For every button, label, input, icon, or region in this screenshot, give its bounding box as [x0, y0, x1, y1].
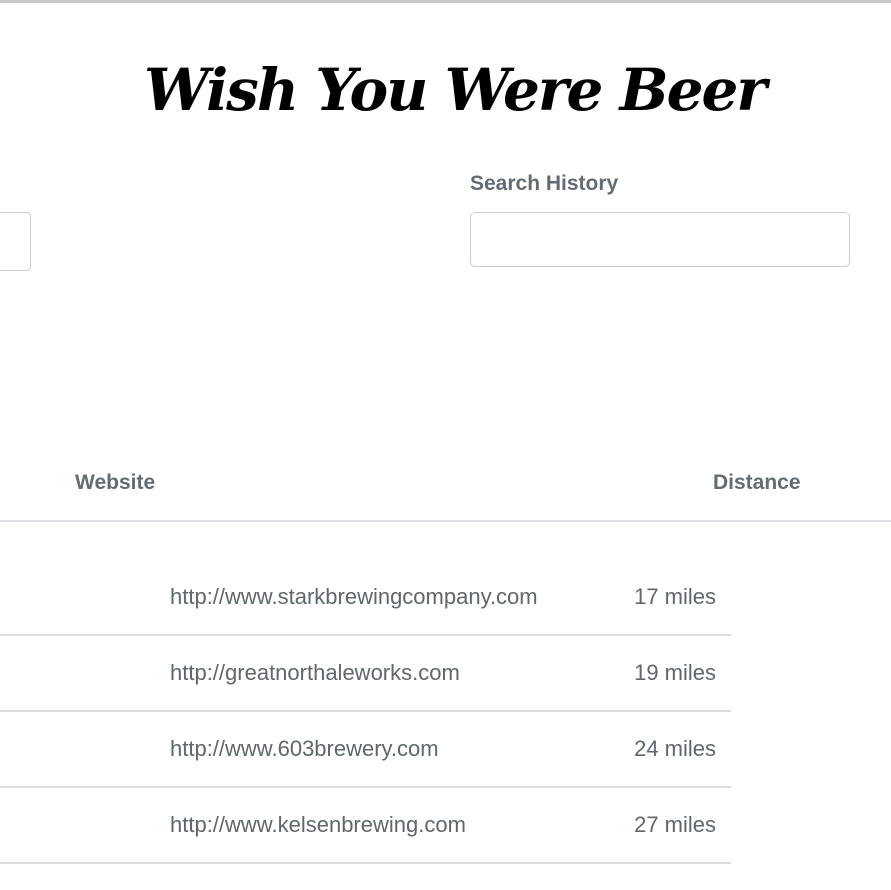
- page: Wish You Were Beer Search History Websit…: [0, 0, 891, 890]
- top-border: [0, 0, 891, 3]
- distance-value: 17 miles: [634, 584, 716, 609]
- brewery-website-link[interactable]: http://greatnorthaleworks.com: [170, 660, 460, 686]
- brewery-website-link[interactable]: http://www.603brewery.com: [170, 736, 439, 762]
- table-row: http://greatnorthaleworks.com 19 miles: [0, 636, 731, 712]
- search-history-input[interactable]: [470, 212, 850, 267]
- brewery-website-link[interactable]: http://www.starkbrewingcompany.com: [170, 584, 538, 610]
- table-row: http://www.kelsenbrewing.com 27 miles: [0, 788, 731, 864]
- page-title: Wish You Were Beer: [144, 56, 767, 124]
- distance-value: 19 miles: [634, 660, 716, 685]
- distance-value: 24 miles: [634, 736, 716, 761]
- brewery-website-link[interactable]: http://www.kelsenbrewing.com: [170, 812, 466, 838]
- table-row: http://www.starkbrewingcompany.com 17 mi…: [0, 560, 731, 636]
- search-history-label: Search History: [470, 172, 619, 195]
- table-row: http://www.603brewery.com 24 miles: [0, 712, 731, 788]
- distance-value: 27 miles: [634, 812, 716, 837]
- column-header-website: Website: [75, 471, 156, 494]
- column-header-distance: Distance: [713, 471, 801, 494]
- table-header-divider: [0, 520, 891, 522]
- location-input[interactable]: [0, 212, 31, 271]
